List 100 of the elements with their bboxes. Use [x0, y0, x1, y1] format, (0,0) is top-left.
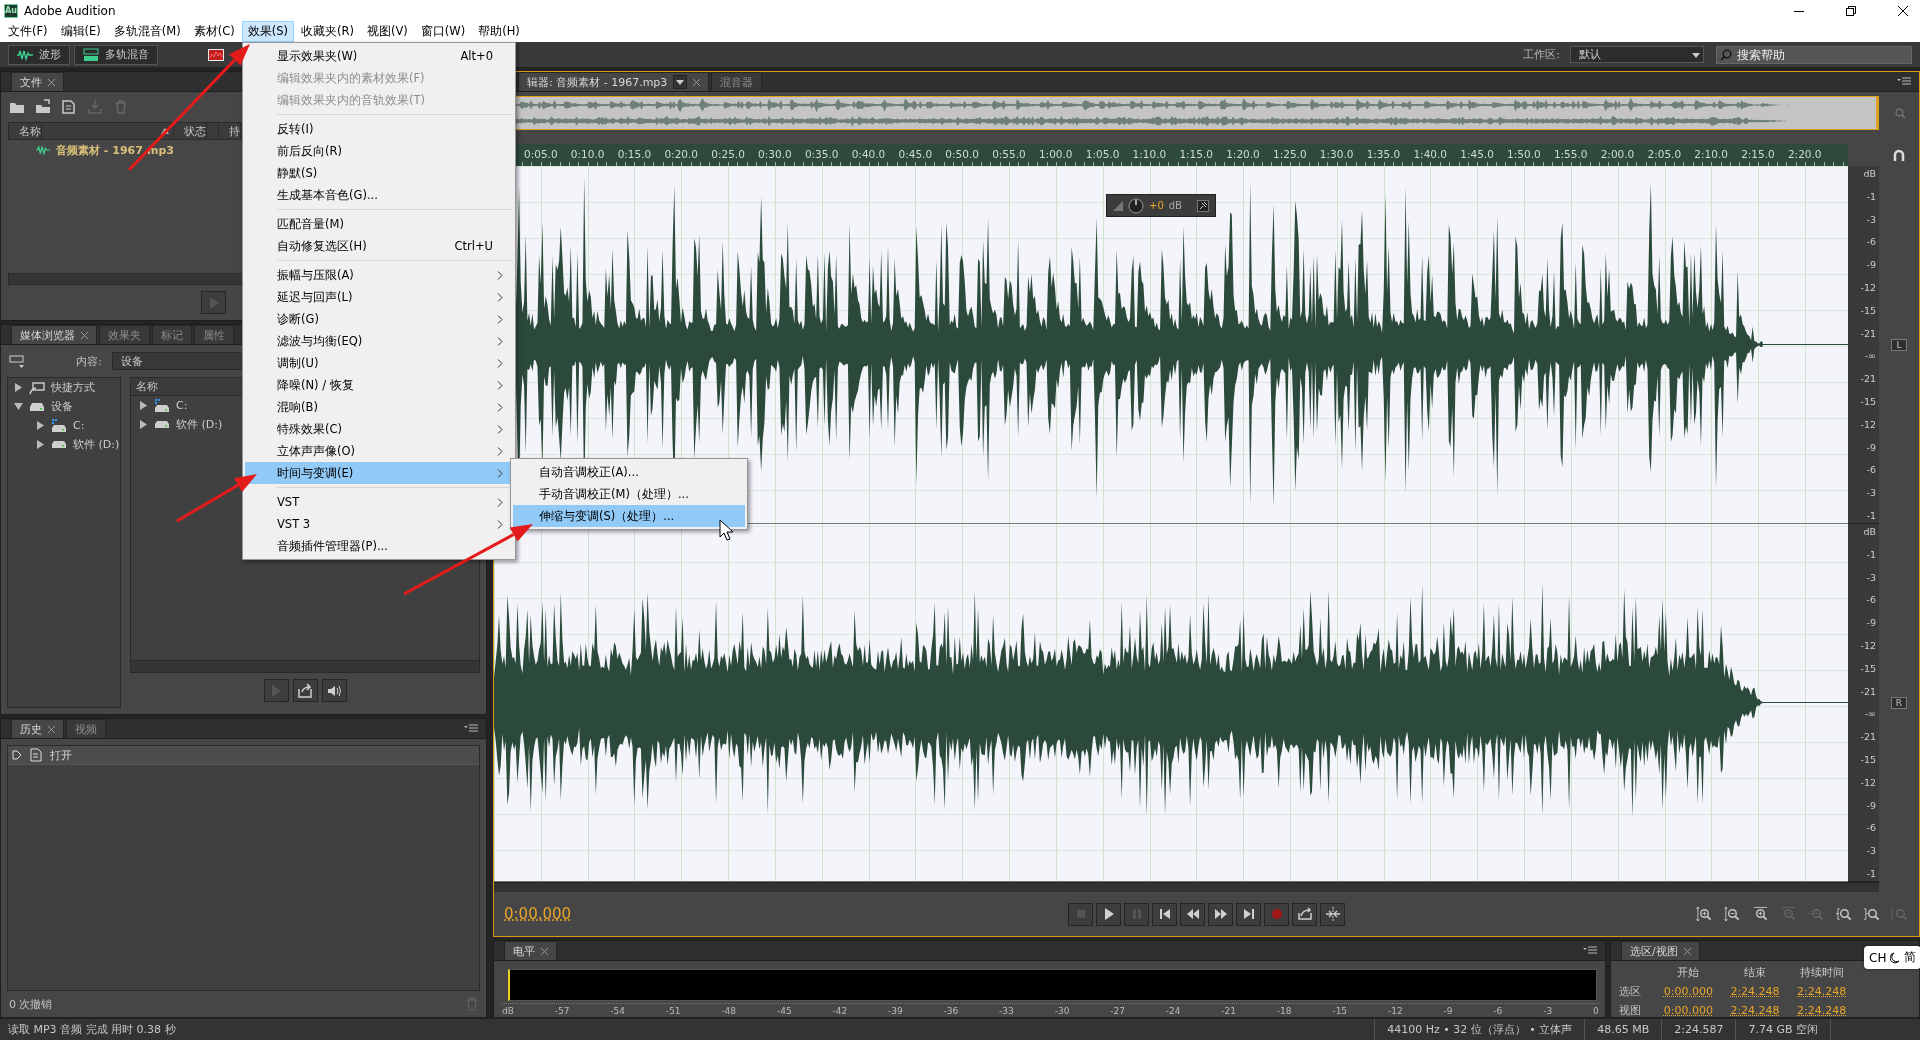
meter-scale-label: -18	[1276, 1006, 1292, 1016]
time-label: 1:00.0	[1037, 147, 1074, 160]
db-label: -12	[1860, 776, 1876, 788]
time-label: 1:40.0	[1412, 147, 1449, 160]
db-label: -6	[1866, 594, 1876, 606]
meter-scale-label: -24	[1165, 1006, 1181, 1016]
time-label: 1:25.0	[1272, 147, 1308, 160]
time-label: 2:05.0	[1646, 147, 1683, 160]
time-label: 1:15.0	[1178, 147, 1214, 160]
db-label: -6	[1866, 822, 1876, 834]
db-label: -21	[1860, 731, 1876, 743]
time-label: 0:40.0	[850, 147, 887, 160]
db-unit: dB	[1863, 526, 1876, 537]
db-unit: dB	[1863, 168, 1876, 179]
meter-scale-label: -57	[554, 1006, 570, 1016]
meter-scale-label: -48	[721, 1006, 737, 1016]
db-label: -12	[1860, 282, 1876, 293]
meter-scale-label: -39	[888, 1006, 903, 1016]
time-label: 0:20.0	[663, 147, 700, 160]
db-label: -6	[1866, 236, 1876, 248]
meter-scale-label: 0	[1592, 1006, 1599, 1016]
time-label: 1:30.0	[1318, 147, 1355, 160]
shortcut-label: Ctrl+U	[454, 239, 493, 253]
meter-scale-label: dB	[502, 1006, 514, 1016]
db-label: -15	[1860, 662, 1876, 674]
column-header: 结束	[1743, 965, 1767, 980]
time-label: 2:10.0	[1693, 147, 1729, 160]
meter-scale-label: -6	[1493, 1006, 1503, 1016]
db-label: -1	[1866, 548, 1876, 560]
time-label: 0:35.0	[803, 147, 840, 160]
shortcut-label: Alt+0	[460, 49, 493, 63]
meter-scale-label: -3	[1543, 1006, 1553, 1016]
db-label: -21	[1860, 373, 1876, 385]
db-label: -3	[1866, 571, 1876, 583]
channel-label: R	[1890, 697, 1908, 709]
duration: 2:24.587	[1674, 1023, 1724, 1036]
db-label: -9	[1866, 441, 1876, 453]
db-label: -12	[1860, 640, 1876, 651]
time-label: 2:15.0	[1740, 147, 1776, 160]
db-label: -21	[1860, 685, 1876, 697]
db-label: -1	[1866, 867, 1876, 879]
meter-scale-label: -42	[832, 1006, 848, 1016]
time-label: 1:35.0	[1365, 147, 1402, 160]
meter-scale-label: -21	[1221, 1006, 1236, 1016]
db-label: -15	[1860, 753, 1876, 765]
time-label: 2:00.0	[1599, 147, 1636, 160]
meter-scale-label: -12	[1387, 1006, 1403, 1016]
time-label: 0:10.0	[569, 147, 606, 160]
db-label: -1	[1866, 190, 1876, 202]
db-label: -21	[1860, 327, 1876, 339]
meter-scale-label: -27	[1110, 1006, 1125, 1016]
row-label: 视图	[1619, 1003, 1642, 1018]
db-label: -12	[1860, 418, 1876, 430]
workspace-label: 工作区:	[1523, 47, 1560, 62]
time-label: 0:15.0	[616, 147, 653, 160]
time-label: 0:25.0	[710, 147, 746, 160]
time-label: 1:20.0	[1225, 147, 1261, 160]
meter-scale-label: -36	[943, 1006, 959, 1016]
meter-scale-label: -15	[1332, 1006, 1348, 1016]
meter-scale-label: -33	[999, 1006, 1014, 1016]
column-header: 持续时间	[1798, 965, 1845, 980]
time-label: 1:05.0	[1084, 147, 1121, 160]
db-label: -3	[1866, 213, 1876, 225]
channel-label: L	[1891, 339, 1907, 351]
column-header: 开始	[1676, 965, 1701, 980]
meter-scale-label: -51	[665, 1006, 681, 1016]
meter-scale-label: -45	[776, 1006, 792, 1016]
meter-scale-label: -54	[610, 1006, 625, 1016]
meter-scale-label: -9	[1443, 1006, 1453, 1016]
db-label: -3	[1866, 487, 1876, 499]
gain-unit: dB	[1168, 200, 1182, 211]
db-label: -15	[1860, 304, 1876, 316]
file-size: 48.65 MB	[1597, 1023, 1650, 1036]
audio-format: 44100 Hz • 32 位（浮点） • 立体声	[1387, 1022, 1573, 1037]
free-space: 7.74 GB 空闲	[1748, 1022, 1818, 1037]
content-label: 内容:	[76, 353, 102, 369]
db-label: -3	[1866, 845, 1876, 857]
row-label: 选区	[1619, 984, 1642, 999]
status-message: 读取 MP3 音频 完成 用时 0.38 秒	[7, 1022, 176, 1037]
undo-count: 0 次撤销	[9, 996, 53, 1012]
window-title: Adobe Audition	[24, 3, 116, 18]
db-label: -15	[1860, 395, 1876, 407]
meter-scale-label: -30	[1054, 1006, 1070, 1016]
db-label: -6	[1866, 464, 1876, 476]
db-label: -9	[1866, 259, 1876, 271]
time-label: 0:30.0	[757, 147, 793, 160]
time-label: 0:05.0	[523, 147, 559, 160]
time-label: 1:50.0	[1506, 147, 1542, 160]
db-label: -9	[1866, 617, 1876, 629]
time-label: 0:50.0	[944, 147, 980, 160]
db-label: -1	[1866, 509, 1876, 521]
db-label: -∞	[1864, 350, 1876, 362]
time-label: 1:10.0	[1131, 147, 1168, 160]
db-label: -∞	[1864, 708, 1876, 720]
time-label: 0:55.0	[991, 147, 1027, 160]
app-logo: Au	[4, 3, 18, 18]
time-label: 2:20.0	[1786, 147, 1823, 160]
db-label: -9	[1866, 799, 1876, 811]
time-label: 1:55.0	[1552, 147, 1589, 160]
time-label: 0:45.0	[897, 147, 934, 160]
